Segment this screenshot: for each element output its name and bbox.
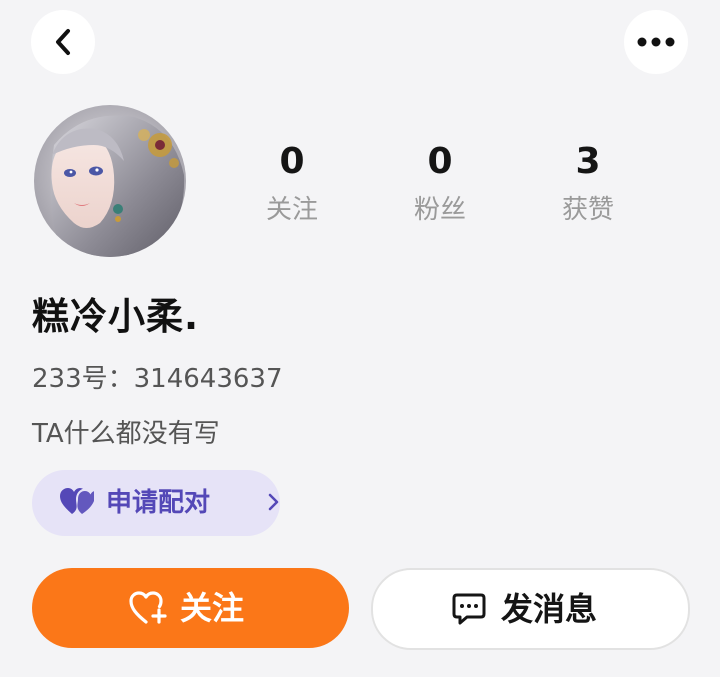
more-horizontal-icon <box>637 37 675 47</box>
stat-fans[interactable]: 0 粉丝 <box>380 140 500 228</box>
follow-button[interactable]: 关注 <box>32 568 349 648</box>
fans-label: 粉丝 <box>413 195 466 225</box>
chat-bubble-icon <box>452 593 486 625</box>
stat-following[interactable]: 0 关注 <box>232 140 352 228</box>
likes-label: 获赞 <box>561 195 614 225</box>
avatar[interactable] <box>34 105 186 257</box>
bio: TA什么都没有写 <box>32 419 220 449</box>
fans-count: 0 <box>427 141 453 182</box>
stat-likes[interactable]: 3 获赞 <box>528 140 648 228</box>
avatar-image <box>34 105 186 257</box>
following-count: 0 <box>279 141 305 182</box>
user-id: 233号：314643637 <box>32 364 283 394</box>
heart-plus-icon <box>129 591 167 624</box>
likes-count: 3 <box>575 141 601 182</box>
more-options-button[interactable] <box>624 10 688 74</box>
chevron-right-icon <box>268 493 279 511</box>
chevron-left-icon <box>56 29 70 55</box>
back-button[interactable] <box>31 10 95 74</box>
request-pair-button[interactable]: 申请配对 <box>32 470 280 536</box>
send-message-button[interactable]: 发消息 <box>371 568 690 650</box>
request-pair-label: 申请配对 <box>106 488 211 518</box>
nickname: 糕冷小柔. <box>32 295 200 338</box>
send-message-label: 发消息 <box>501 590 598 628</box>
following-label: 关注 <box>265 195 318 225</box>
double-heart-icon <box>60 488 94 514</box>
follow-label: 关注 <box>180 589 245 627</box>
